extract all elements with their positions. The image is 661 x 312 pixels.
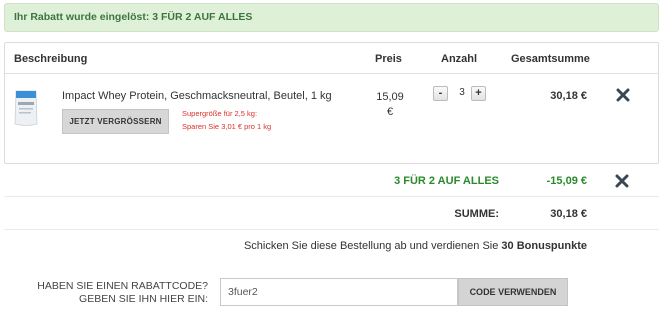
quantity-decrement-button[interactable]: - [433,86,448,101]
unit-price-value: 15,09 [376,91,404,103]
product-name[interactable]: Impact Whey Protein, Geschmacksneutral, … [62,90,332,102]
header-total: Gesamtsumme [511,53,590,65]
quantity-value: 3 [459,87,465,98]
quantity-increment-button[interactable]: + [471,86,486,101]
unit-price: 15,09 € [375,90,405,120]
close-icon[interactable] [615,174,629,188]
close-icon[interactable] [616,88,630,102]
coupon-code-input[interactable] [220,278,458,306]
discount-label: 3 FÜR 2 AUF ALLES [394,175,499,187]
coupon-label-line1: HABEN SIE EINEN RABATTCODE? [37,280,208,292]
header-description: Beschreibung [14,53,88,65]
bonus-prefix: Schicken Sie diese Bestellung ab und ver… [243,240,502,252]
promo-line-2: Sparen Sie 3,01 € pro 1 kg [182,122,272,131]
enlarge-size-button[interactable]: JETZT VERGRÖSSERN [62,109,169,134]
cart-table: Beschreibung Preis Anzahl Gesamtsumme Im… [4,42,659,164]
header-quantity: Anzahl [441,53,478,65]
coupon-label: HABEN SIE EINEN RABATTCODE? GEBEN SIE IH… [8,280,208,306]
promo-line-1: Supergröße für 2,5 kg: [182,109,258,118]
bonus-points-text: Schicken Sie diese Bestellung ab und ver… [244,240,587,252]
bonus-points: 30 Bonuspunkte [501,240,587,252]
sum-value: 30,18 € [550,208,587,220]
divider [4,196,659,197]
header-price: Preis [375,53,402,65]
sum-label: SUMME: [454,208,499,220]
unit-price-currency: € [386,106,394,118]
divider [4,229,659,230]
coupon-label-line2: GEBEN SIE IHN HIER EIN: [79,293,208,305]
apply-coupon-button[interactable]: CODE VERWENDEN [458,278,568,306]
header-divider [5,73,658,74]
discount-value: -15,09 € [546,175,587,187]
discount-applied-banner: Ihr Rabatt wurde eingelöst: 3 FÜR 2 AUF … [4,3,659,32]
product-bag-icon[interactable] [13,88,39,128]
item-total: 30,18 € [550,90,587,102]
